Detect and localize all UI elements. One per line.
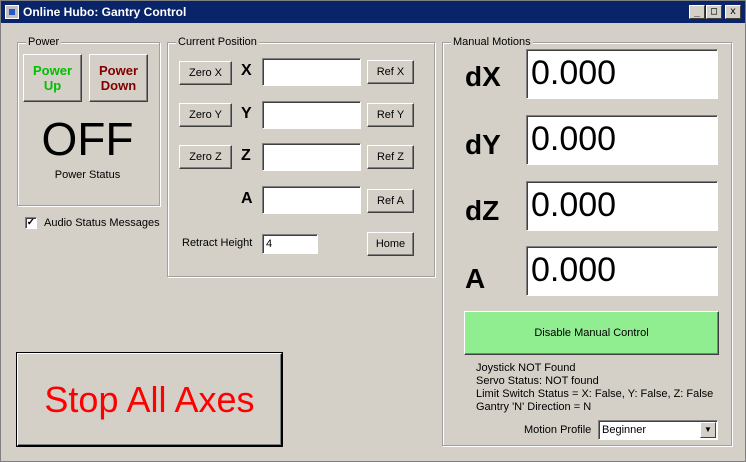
axis-z-label: Z	[241, 147, 251, 164]
maximize-button[interactable]: □	[706, 5, 722, 19]
axis-a-label: A	[241, 190, 253, 207]
main-window: Online Hubo: Gantry Control _ □ x Power …	[0, 0, 746, 462]
motion-profile-select[interactable]: Beginner ▼	[598, 420, 718, 440]
home-button[interactable]: Home	[367, 232, 414, 256]
dy-value-field[interactable]: 0.000	[526, 115, 718, 165]
manual-motions-group-title: Manual Motions	[451, 36, 533, 48]
da-value-field[interactable]: 0.000	[526, 246, 718, 296]
dy-label: dY	[465, 129, 501, 160]
power-up-label-line2: Up	[43, 78, 62, 93]
close-button[interactable]: x	[725, 5, 741, 19]
app-icon	[5, 5, 19, 19]
ref-a-button[interactable]: Ref A	[367, 189, 414, 213]
title-bar: Online Hubo: Gantry Control _ □ x	[1, 1, 745, 23]
power-up-button[interactable]: Power Up	[23, 54, 82, 102]
power-status-value: OFF	[41, 113, 134, 165]
joystick-status: Joystick NOT Found	[476, 362, 576, 374]
ref-x-button[interactable]: Ref X	[367, 60, 414, 84]
power-down-label-line2: Down	[100, 78, 137, 93]
servo-status: Servo Status: NOT found	[476, 375, 599, 387]
power-group-title: Power	[26, 36, 62, 48]
position-y-field[interactable]	[262, 101, 361, 129]
power-down-button[interactable]: Power Down	[89, 54, 148, 102]
retract-height-field[interactable]: 4	[262, 234, 318, 254]
power-up-label-line1: Power	[32, 63, 72, 78]
minimize-button[interactable]: _	[689, 5, 705, 19]
dz-label: dZ	[465, 195, 500, 226]
zero-x-button[interactable]: Zero X	[179, 61, 232, 85]
dropdown-arrow-icon[interactable]: ▼	[700, 422, 716, 438]
status-lines: Joystick NOT Found Servo Status: NOT fou…	[476, 362, 713, 414]
zero-y-button[interactable]: Zero Y	[179, 103, 232, 127]
ref-z-button[interactable]: Ref Z	[367, 145, 414, 169]
current-position-group-title: Current Position	[176, 36, 259, 48]
window-title: Online Hubo: Gantry Control	[23, 5, 187, 19]
retract-height-label: Retract Height	[182, 237, 253, 249]
motion-profile-value: Beginner	[602, 424, 647, 436]
position-z-field[interactable]	[262, 143, 361, 171]
position-a-field[interactable]	[262, 186, 361, 214]
motion-profile-label: Motion Profile	[524, 424, 592, 436]
axis-y-label: Y	[241, 105, 252, 122]
audio-label: Audio Status Messages	[44, 217, 160, 229]
zero-z-button[interactable]: Zero Z	[179, 145, 232, 169]
gantry-direction-status: Gantry 'N' Direction = N	[476, 401, 592, 413]
audio-checkbox[interactable]: ✓	[25, 217, 37, 229]
axis-x-label: X	[241, 62, 252, 79]
da-label: A	[465, 263, 486, 294]
power-down-label-line1: Power	[98, 63, 138, 78]
dx-value-field[interactable]: 0.000	[526, 49, 718, 99]
position-x-field[interactable]	[262, 58, 361, 86]
stop-all-axes-button[interactable]: Stop All Axes	[17, 353, 282, 446]
dz-value-field[interactable]: 0.000	[526, 181, 718, 231]
ref-y-button[interactable]: Ref Y	[367, 103, 414, 127]
power-status-label: Power Status	[54, 169, 121, 181]
dx-label: dX	[465, 61, 501, 92]
limit-switch-status: Limit Switch Status = X: False, Y: False…	[476, 388, 714, 400]
disable-manual-control-button[interactable]: Disable Manual Control	[464, 311, 719, 355]
